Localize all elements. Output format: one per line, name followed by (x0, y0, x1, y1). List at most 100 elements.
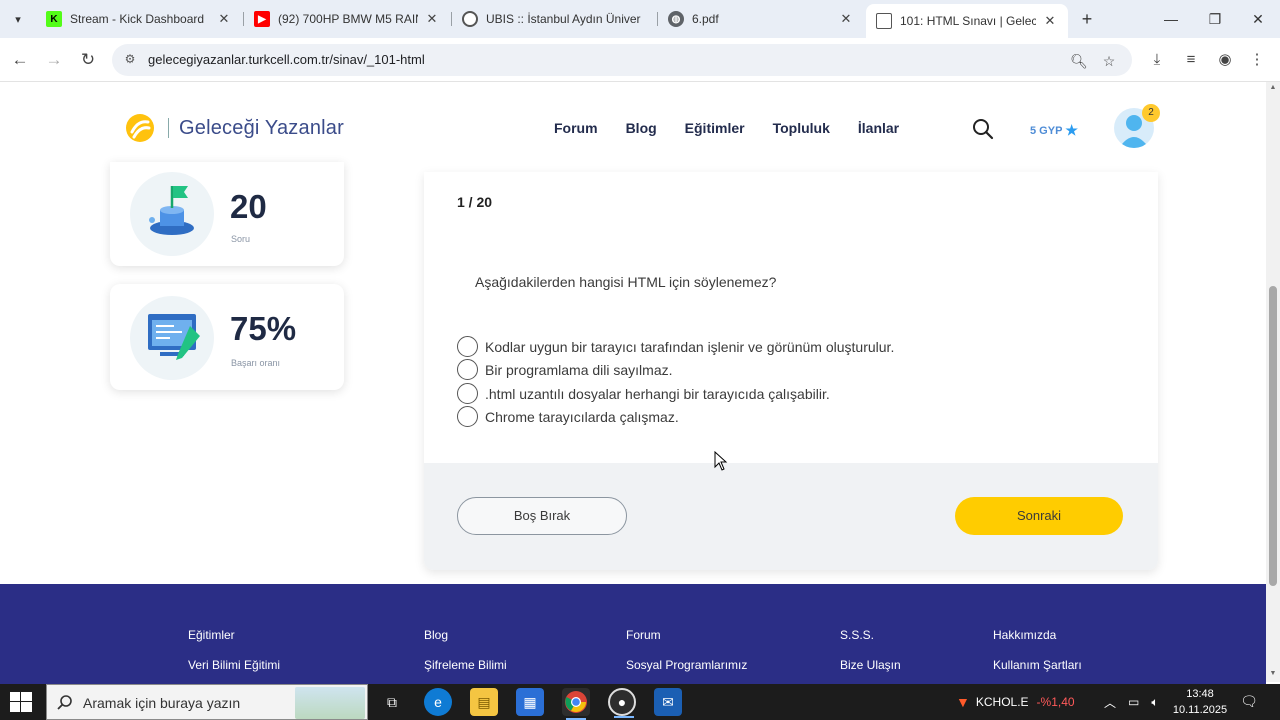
tab-kick[interactable]: K Stream - Kick Dashboard ✕ (36, 4, 242, 34)
media-control-icon[interactable]: ≡ (1179, 48, 1203, 72)
tab-pdf[interactable]: ◍ 6.pdf ✕ (658, 4, 864, 34)
download-icon[interactable]: ⤓ (1145, 48, 1169, 72)
chevron-up-icon[interactable]: ︿ (1104, 694, 1116, 711)
footer-link[interactable]: Sosyal Programlarımız (626, 658, 747, 672)
zoom-icon[interactable]: 🔍︎ (1070, 52, 1088, 70)
footer-link[interactable]: Forum (626, 628, 747, 642)
tab-html-exam[interactable]: 101: HTML Sınavı | Geleceği ✕ (866, 4, 1068, 38)
tab-youtube[interactable]: ▶ (92) 700HP BMW M5 RAINY ✕ (244, 4, 450, 34)
bookmark-star-icon[interactable]: ☆ (1100, 52, 1118, 70)
notification-center-icon[interactable]: 🗨︎ (1238, 690, 1260, 712)
tab-title: UBIS :: İstanbul Aydın Üniver (486, 12, 641, 26)
windows-start-icon[interactable] (10, 692, 32, 712)
close-tab-icon[interactable]: ✕ (1042, 13, 1058, 29)
radio-button[interactable] (457, 383, 478, 404)
file-explorer-icon[interactable]: ▤ (470, 688, 498, 716)
nav-forum[interactable]: Forum (554, 120, 598, 136)
scroll-down-icon[interactable]: ▼ (1269, 670, 1277, 677)
answer-option-label: Bir programlama dili sayılmaz. (485, 361, 673, 378)
site-info-icon[interactable]: ⚙ (122, 52, 138, 68)
document-icon (876, 13, 892, 29)
question-count-value: 20 (230, 188, 267, 225)
footer-column: Blog Şifreleme Bilimi (424, 628, 507, 688)
success-rate-card: 75% Başarı oranı (110, 284, 344, 390)
footer-link[interactable]: Kullanım Şartları (993, 658, 1082, 672)
answer-option-label: .html uzantılı dosyalar herhangi bir tar… (485, 385, 830, 402)
skip-button[interactable]: Boş Bırak (457, 497, 627, 535)
system-tray: ︿ ▭ 🔈︎ (1104, 684, 1159, 720)
star-icon: ★ (1065, 122, 1078, 138)
answer-option-1[interactable]: Kodlar uygun bir tarayıcı tarafından işl… (457, 336, 894, 357)
site-header: Geleceği Yazanlar Forum Blog Eğitimler T… (0, 82, 1266, 172)
url-text[interactable]: gelecegiyazanlar.turkcell.com.tr/sinav/_… (148, 52, 425, 67)
quiz-footer: Boş Bırak Sonraki (424, 463, 1158, 570)
browser-tabstrip: ▾ K Stream - Kick Dashboard ✕ ▶ (92) 700… (0, 0, 1280, 38)
radio-button[interactable] (457, 336, 478, 357)
footer-link[interactable]: Şifreleme Bilimi (424, 658, 507, 672)
tab-ubis[interactable]: UBIS :: İstanbul Aydın Üniver (452, 4, 658, 34)
footer-column: Eğitimler Veri Bilimi Eğitimi (188, 628, 280, 688)
nav-ilanlar[interactable]: İlanlar (858, 120, 899, 136)
footer-link[interactable]: Bize Ulaşın (840, 658, 901, 672)
nav-blog[interactable]: Blog (626, 120, 657, 136)
task-view-icon[interactable]: ⧉ (378, 688, 406, 716)
radio-button[interactable] (457, 406, 478, 427)
close-tab-icon[interactable]: ✕ (424, 11, 440, 27)
radio-button[interactable] (457, 359, 478, 380)
taskbar-search-placeholder[interactable]: Aramak için buraya yazın (83, 695, 240, 711)
browser-menu-icon[interactable]: ⋮ (1245, 48, 1269, 72)
reload-icon[interactable]: ↻ (76, 48, 100, 72)
next-button[interactable]: Sonraki (955, 497, 1123, 535)
minimize-icon[interactable]: — (1160, 8, 1182, 30)
search-icon[interactable] (972, 118, 994, 140)
stock-name: KCHOL.E (975, 695, 1029, 709)
question-count-card: 20 Soru (110, 162, 344, 266)
nav-egitimler[interactable]: Eğitimler (685, 120, 745, 136)
system-clock[interactable]: 13:48 10.11.2025 (1172, 686, 1228, 718)
site-logo[interactable]: Geleceği Yazanlar (124, 112, 344, 144)
close-tab-icon[interactable]: ✕ (216, 11, 232, 27)
profile-icon[interactable]: ◉ (1213, 48, 1237, 72)
address-bar[interactable]: ⚙ gelecegiyazanlar.turkcell.com.tr/sinav… (112, 44, 1132, 76)
restore-icon[interactable]: ❐ (1204, 8, 1226, 30)
notification-badge[interactable]: 2 (1142, 104, 1160, 122)
answer-option-4[interactable]: Chrome tarayıcılarda çalışmaz. (457, 406, 679, 427)
close-tab-icon[interactable]: ✕ (838, 11, 854, 27)
scrollbar-thumb[interactable] (1269, 286, 1277, 586)
logo-divider (168, 118, 169, 138)
answer-option-2[interactable]: Bir programlama dili sayılmaz. (457, 359, 673, 380)
scroll-up-icon[interactable]: ▲ (1269, 84, 1277, 91)
obs-icon[interactable]: ● (608, 688, 636, 718)
store-icon[interactable]: ▦ (516, 688, 544, 716)
mouse-cursor-icon (714, 451, 728, 471)
gyp-points[interactable]: 5 GYP ★ (1030, 122, 1078, 139)
search-highlight-image (295, 687, 365, 719)
kick-icon: K (46, 11, 62, 27)
new-tab-button[interactable]: + (1076, 8, 1098, 30)
footer-link[interactable]: Veri Bilimi Eğitimi (188, 658, 280, 672)
footer-link[interactable]: Hakkımızda (993, 628, 1082, 642)
footer-link[interactable]: Blog (424, 628, 507, 642)
stock-widget[interactable]: ▼ KCHOL.E -%1,40 (956, 684, 1075, 720)
answer-option-3[interactable]: .html uzantılı dosyalar herhangi bir tar… (457, 383, 830, 404)
network-icon[interactable]: ▭ (1128, 695, 1139, 709)
windows-taskbar: Aramak için buraya yazın ⧉ e ▤ ▦ ● ✉ ▼ K… (0, 684, 1280, 720)
back-icon[interactable]: ← (8, 48, 32, 72)
footer-link[interactable]: S.S.S. (840, 628, 901, 642)
chrome-icon[interactable] (562, 688, 590, 720)
page-scrollbar[interactable]: ▲ ▼ (1266, 82, 1280, 682)
nav-topluluk[interactable]: Topluluk (773, 120, 830, 136)
tab-search-button[interactable]: ▾ (6, 7, 30, 31)
success-rate-caption: Başarı oranı (231, 358, 281, 368)
mail-icon[interactable]: ✉ (654, 688, 682, 716)
search-icon (57, 695, 72, 710)
window-close-icon[interactable]: ✕ (1247, 8, 1269, 30)
footer-link[interactable]: Eğitimler (188, 628, 280, 642)
question-counter: 1 / 20 (457, 194, 493, 210)
answer-option-label: Chrome tarayıcılarda çalışmaz. (485, 408, 679, 425)
edge-icon[interactable]: e (424, 688, 452, 716)
forward-icon[interactable]: → (42, 48, 66, 72)
taskbar-search[interactable]: Aramak için buraya yazın (46, 684, 368, 720)
logo-text: Geleceği Yazanlar (179, 116, 344, 139)
volume-muted-icon[interactable]: 🔈︎ (1151, 695, 1158, 710)
